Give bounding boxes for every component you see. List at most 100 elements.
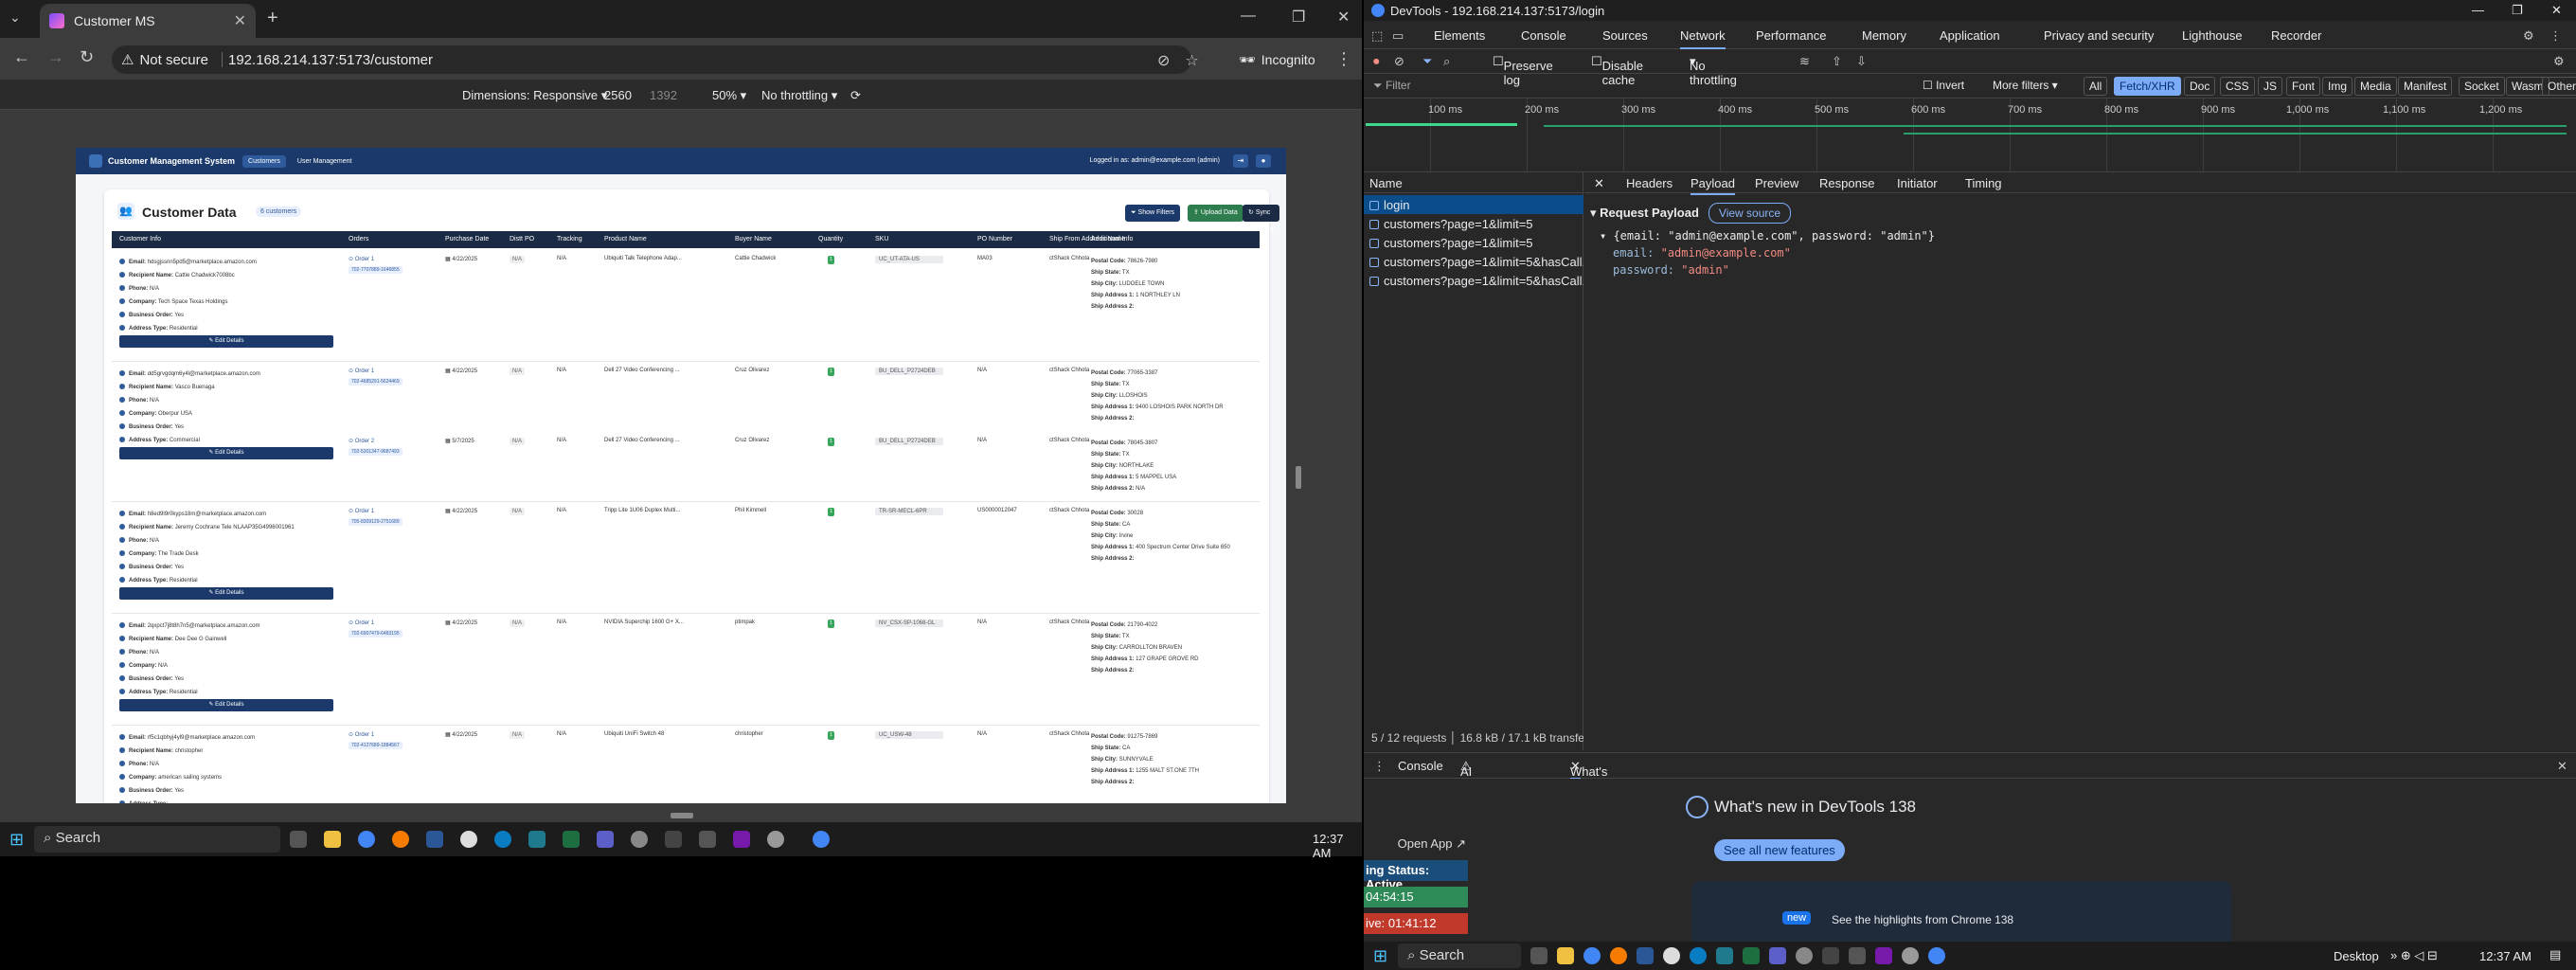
tab-headers[interactable]: Headers (1626, 176, 1673, 190)
browser-menu-icon[interactable]: ⋮ (1335, 49, 1352, 69)
record-icon[interactable]: ⏺ (1373, 54, 1380, 69)
type-js[interactable]: JS (2258, 77, 2283, 96)
close-window-icon[interactable]: ✕ (2551, 3, 2562, 18)
tab-privacy[interactable]: Privacy and security (2044, 28, 2154, 43)
file-explorer-icon[interactable] (1557, 947, 1574, 964)
app-icon[interactable] (665, 831, 682, 848)
app-icon[interactable] (767, 831, 784, 848)
file-explorer-icon[interactable] (324, 831, 341, 848)
highlights-card[interactable]: new See the highlights from Chrome 138 (1691, 881, 2231, 947)
show-filters-button[interactable]: ⏷ Show Filters (1125, 205, 1181, 222)
teams-icon[interactable] (597, 831, 614, 848)
maximize-icon[interactable]: ❐ (2512, 3, 2523, 18)
bookmark-star-icon[interactable]: ⊘☆ (1157, 51, 1214, 70)
request-item[interactable]: customers?page=1&limit=5 (1364, 214, 1583, 233)
desktop-label[interactable]: Desktop (2334, 949, 2379, 963)
chrome-active-icon[interactable] (813, 831, 830, 848)
rotate-icon[interactable]: ⟳ (850, 88, 861, 103)
network-settings-icon[interactable]: ⚙ (2553, 54, 2565, 69)
onenote-icon[interactable] (1875, 947, 1892, 964)
view-source-button[interactable]: View source (1708, 203, 1792, 224)
excel-icon[interactable] (1743, 947, 1760, 964)
taskbar-search[interactable]: ⌕ Search (34, 826, 280, 853)
payload-summary[interactable]: ▾ {email: "admin@example.com", password:… (1600, 227, 1935, 244)
notification-icon[interactable]: ▤ (2549, 947, 2561, 962)
app-icon[interactable] (528, 831, 546, 848)
app-icon[interactable] (1637, 947, 1654, 964)
clear-icon[interactable]: ⊘ (1394, 54, 1404, 69)
task-view-icon[interactable] (290, 831, 307, 848)
edit-details-button[interactable]: ✎ Edit Details (119, 447, 333, 459)
minimize-icon[interactable]: — (1241, 8, 1256, 25)
drawer-menu-icon[interactable]: ⋮ (1373, 759, 1386, 774)
profile-icon[interactable]: ● (1256, 154, 1271, 168)
disable-cache-checkbox[interactable]: ☐ Disable cache (1591, 54, 1643, 87)
tab-initiator[interactable]: Initiator (1897, 176, 1938, 190)
tab-sources[interactable]: Sources (1602, 28, 1648, 43)
incognito-indicator[interactable]: 🕶 Incognito (1239, 52, 1315, 68)
open-app-button[interactable]: Open App ↗ (1364, 834, 1468, 854)
app-icon[interactable] (392, 831, 409, 848)
logout-icon[interactable]: ⇥ (1233, 154, 1248, 168)
dimensions-dropdown[interactable]: Dimensions: Responsive ▾ (462, 88, 607, 103)
order-cell[interactable]: ⊙ Order 1 702-7707889-1646855 (349, 256, 402, 274)
minimize-icon[interactable]: — (2472, 3, 2484, 17)
nav-user-management[interactable]: User Management (292, 155, 358, 168)
task-view-icon[interactable] (1530, 947, 1547, 964)
app-icon[interactable] (1716, 947, 1733, 964)
type-doc[interactable]: Doc (2184, 77, 2216, 96)
order-cell[interactable]: ⊙ Order 1 705-8309129-2751689 (349, 508, 402, 526)
app-icon[interactable] (1610, 947, 1627, 964)
upload-data-button[interactable]: ⇪ Upload Data (1188, 205, 1243, 222)
invert-checkbox[interactable]: ☐ Invert (1923, 79, 1964, 92)
chrome-active-icon[interactable] (1928, 947, 1945, 964)
wifi-icon[interactable]: ≋ (1799, 54, 1810, 69)
request-item-login[interactable]: login (1364, 195, 1583, 214)
system-tray-icons[interactable]: » ⊕ ◁ ⊟ (2390, 948, 2438, 963)
app-icon[interactable] (460, 831, 477, 848)
import-icon[interactable]: ⇧ (1832, 54, 1842, 69)
type-all[interactable]: All (2084, 77, 2108, 96)
viewport-resize-handle[interactable] (1296, 466, 1301, 489)
tab-memory[interactable]: Memory (1862, 28, 1906, 43)
tab-payload[interactable]: Payload (1690, 176, 1735, 195)
see-all-features-button[interactable]: See all new features (1714, 839, 1845, 861)
tab-network[interactable]: Network (1680, 28, 1726, 49)
device-toggle-icon[interactable]: ▭ (1392, 28, 1404, 44)
height-input[interactable]: 1392 (650, 88, 677, 102)
request-item[interactable]: customers?page=1&limit=5 (1364, 233, 1583, 252)
viewport-resize-handle-bottom[interactable] (671, 813, 693, 818)
tab-recorder[interactable]: Recorder (2271, 28, 2321, 43)
more-filters-dropdown[interactable]: More filters ▾ (1993, 79, 2058, 92)
reload-icon[interactable]: ↻ (80, 47, 94, 67)
drawer-tab-whats-new[interactable]: What's new ✕ (1570, 759, 1607, 793)
search-icon[interactable]: ⌕ (1443, 54, 1450, 69)
settings-icon[interactable] (631, 831, 648, 848)
close-drawer-icon[interactable]: ✕ (2557, 759, 2567, 774)
app-icon[interactable] (1849, 947, 1866, 964)
tab-elements[interactable]: Elements (1434, 28, 1485, 43)
payload-heading[interactable]: ▾ Request Payload (1590, 206, 1699, 220)
order-cell[interactable]: ⊙ Order 1 702-4127689-1884567 (349, 731, 402, 749)
windows-start-icon[interactable]: ⊞ (1373, 946, 1387, 966)
sync-tracking-button[interactable]: ↻ Sync Tracking (1243, 205, 1279, 233)
edit-details-button[interactable]: ✎ Edit Details (119, 699, 333, 711)
windows-start-icon[interactable]: ⊞ (9, 830, 24, 850)
export-icon[interactable]: ⇩ (1856, 54, 1867, 69)
drawer-tab-console[interactable]: Console (1398, 759, 1443, 773)
chrome-icon[interactable] (1583, 947, 1601, 964)
type-manifest[interactable]: Manifest (2398, 77, 2453, 96)
url-text[interactable]: 192.168.214.137:5173/customer (228, 52, 433, 68)
throttle-dropdown[interactable]: No throttling ▾ (761, 88, 837, 103)
tab-application[interactable]: Application (1940, 28, 2000, 43)
close-tab-icon[interactable]: ✕ (234, 11, 246, 30)
order-cell[interactable]: ⊙ Order 1 702-6907479-6483195 (349, 620, 402, 638)
back-icon[interactable]: ← (13, 47, 30, 67)
app-icon[interactable] (426, 831, 443, 848)
settings-icon[interactable] (1796, 947, 1813, 964)
teams-icon[interactable] (1769, 947, 1786, 964)
close-window-icon[interactable]: ✕ (1337, 8, 1350, 27)
close-detail-icon[interactable]: ✕ (1594, 176, 1604, 191)
maximize-icon[interactable]: ❐ (1292, 8, 1305, 27)
request-item[interactable]: customers?page=1&limit=5&hasCall... (1364, 252, 1583, 271)
